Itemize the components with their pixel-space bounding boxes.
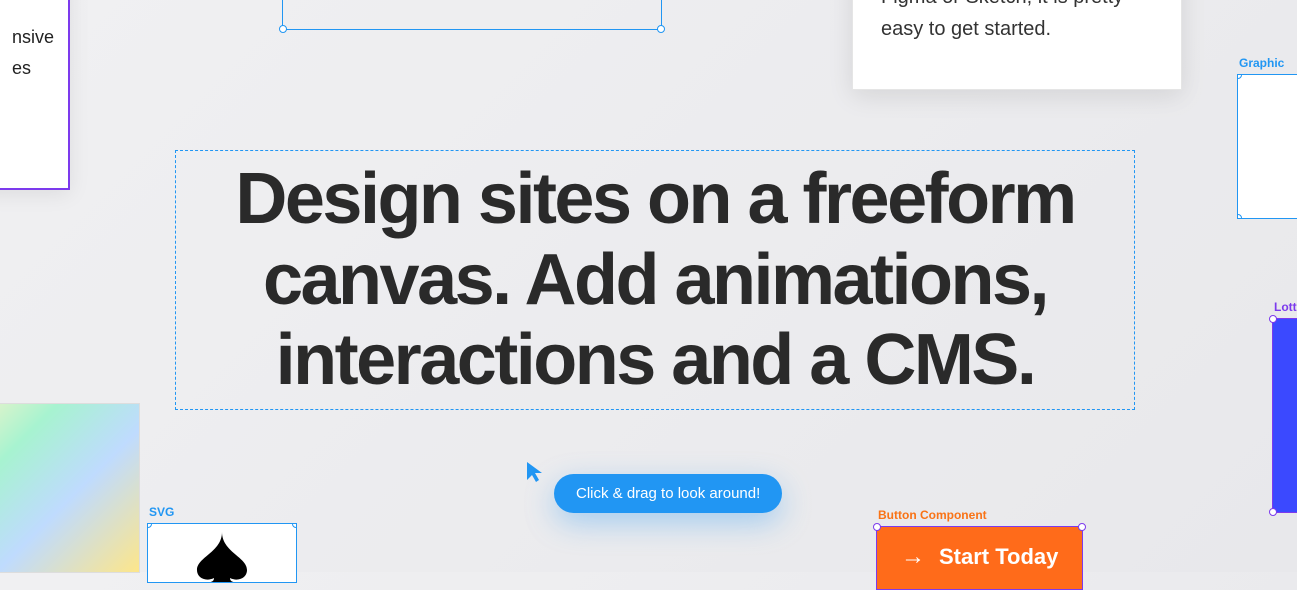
graphic-frame[interactable]	[1237, 74, 1297, 219]
element-label: SVG	[147, 505, 297, 519]
resize-handle-icon[interactable]	[279, 25, 287, 33]
testimonial-card[interactable]: Figma or Sketch, it is pretty easy to ge…	[852, 0, 1182, 90]
lottie-frame[interactable]	[1272, 318, 1297, 513]
resize-handle-icon[interactable]	[1237, 214, 1242, 219]
element-label: Button Component	[876, 508, 1083, 522]
resize-handle-icon[interactable]	[292, 523, 297, 528]
resize-handle-icon[interactable]	[1269, 315, 1277, 323]
spade-icon	[192, 532, 252, 582]
resize-handle-icon[interactable]	[1078, 523, 1086, 531]
testimonial-text: Figma or Sketch, it is pretty easy to ge…	[881, 0, 1153, 45]
resize-handle-icon[interactable]	[1269, 508, 1277, 516]
start-today-button[interactable]: → Start Today	[876, 526, 1083, 590]
button-component-element[interactable]: Button Component → Start Today	[876, 508, 1083, 590]
arrow-right-icon: →	[901, 543, 925, 571]
graphic-element[interactable]: Graphic	[1237, 56, 1297, 219]
svg-element[interactable]: SVG	[147, 505, 297, 583]
svg-frame[interactable]	[147, 523, 297, 583]
feature-card-text: nsivees	[12, 22, 48, 83]
element-label: Graphic	[1237, 56, 1297, 70]
resize-handle-icon[interactable]	[1237, 74, 1242, 79]
hint-tooltip: Click & drag to look around!	[554, 474, 782, 513]
resize-handle-icon[interactable]	[147, 523, 152, 528]
button-label: Start Today	[939, 544, 1058, 570]
image-gradient[interactable]	[0, 403, 140, 573]
hero-heading: Design sites on a freeform canvas. Add a…	[176, 159, 1134, 401]
resize-handle-icon[interactable]	[657, 25, 665, 33]
lottie-element[interactable]: Lottie	[1272, 300, 1297, 513]
resize-handle-icon[interactable]	[873, 523, 881, 531]
feature-card-partial[interactable]: nsivees	[0, 0, 70, 190]
cursor-pointer-icon	[524, 460, 548, 484]
hero-text-frame[interactable]: Design sites on a freeform canvas. Add a…	[175, 150, 1135, 410]
selected-frame-empty[interactable]	[282, 0, 662, 30]
element-label: Lottie	[1272, 300, 1297, 314]
